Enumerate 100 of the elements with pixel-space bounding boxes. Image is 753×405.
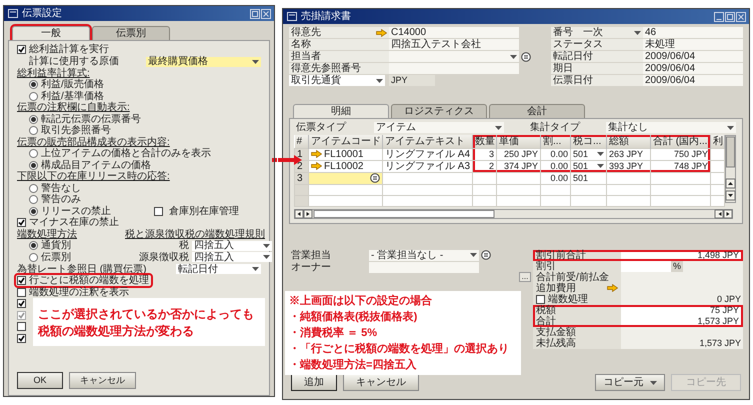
input-field: 1,573 JPY <box>621 338 743 348</box>
annotation-text: 税額の端数処理方法が変わる <box>38 324 195 338</box>
field-label: 計算に使用する原価 <box>29 56 120 67</box>
field-label: 税 <box>178 240 189 252</box>
checkbox-label: 行ごとに税額の端数を処理 <box>29 275 149 286</box>
table-cell: 263 JPY <box>609 148 644 160</box>
table-cell: 501 <box>573 148 588 160</box>
field-label: 源泉徴収税 <box>138 252 189 263</box>
tab[interactable]: ロジスティクス <box>391 104 487 118</box>
field-label: 集計タイプ <box>529 122 582 133</box>
input-field: 75 JPY <box>621 304 743 316</box>
tab[interactable]: 明細 <box>293 104 389 118</box>
section-heading: 端数処理方法 <box>17 228 77 240</box>
input-field[interactable]: 四捨五入テスト会社 <box>389 39 519 50</box>
action-button[interactable]: 追加 <box>291 374 337 391</box>
column-header[interactable]: 割... <box>540 135 570 148</box>
table-cell: 0.00 <box>550 172 568 184</box>
column-header[interactable]: 数量 <box>472 135 496 148</box>
table-cell: FL10001 <box>324 148 364 160</box>
column-header[interactable]: 単価 <box>496 135 540 148</box>
field-label: 担当者 <box>289 51 389 62</box>
row-number: 1 <box>297 148 303 160</box>
input-field[interactable]: 2009/06/04 <box>643 75 743 86</box>
section-heading: 総利益率計算式: <box>17 68 90 79</box>
column-header[interactable]: アイテムテキスト <box>382 135 472 148</box>
field-label: 得意先 <box>289 27 369 38</box>
column-header[interactable]: 総額 <box>606 135 650 148</box>
dropdown[interactable]: 転記日付 <box>176 264 261 274</box>
checkbox-label: 端数処理の注釈を表示 <box>29 286 129 298</box>
field-label: ステータス <box>551 39 643 50</box>
radio-label: 構成品目アイテムの価格 <box>41 160 151 171</box>
dropdown[interactable]: 集計なし <box>606 122 736 133</box>
input-field[interactable]: 未処理 <box>643 39 743 50</box>
dropdown[interactable]: 取引先通貨 <box>289 75 385 86</box>
table-cell: 393 JPY <box>609 160 644 172</box>
input-field[interactable]: 2009/06/04 <box>643 63 743 74</box>
dropdown[interactable]: アイテム <box>374 122 504 133</box>
column-header[interactable]: 合計 (国内... <box>650 135 710 148</box>
radio-label: 通貨別 <box>41 240 71 252</box>
field-label: 営業担当 <box>290 250 332 260</box>
field-label: 番号 <box>551 27 581 38</box>
field-label: オーナー <box>290 262 332 272</box>
field-label: 割引前合計 <box>536 250 586 260</box>
table-cell: 3 <box>488 148 494 160</box>
column-header[interactable]: 税コ... <box>570 135 606 148</box>
annotation-text: ・消費税率 ＝ 5% <box>289 326 378 340</box>
tab[interactable]: 一般 <box>12 26 90 40</box>
annotation-text: ※上画面は以下の設定の場合 <box>289 294 432 308</box>
radio-label: 上位アイテムの価格と合計のみを表示 <box>41 148 211 160</box>
table-cell: リングファイル A4 <box>385 148 470 160</box>
radio-label: 取引先参照番号 <box>41 125 111 136</box>
annotation-text: ・「行ごとに税額の端数を処理」の選択あり <box>289 342 509 356</box>
input-field: 0 JPY <box>621 294 743 304</box>
table-cell: 501 <box>573 172 588 184</box>
field-label: 割引 <box>536 260 556 272</box>
dialog-button[interactable]: キャンセル <box>69 372 136 389</box>
more-button[interactable]: ... <box>519 272 531 282</box>
field-label: 支払金額 <box>536 326 576 338</box>
annotation-text: ここが選択されているか否かによっても <box>38 306 255 320</box>
column-header[interactable]: 利 <box>710 135 724 148</box>
checkbox-label: 総利益計算を実行 <box>29 44 109 56</box>
radio-label: リリースの禁止 <box>41 206 111 217</box>
field-label: 未払残高 <box>536 338 576 348</box>
dropdown[interactable]: 四捨五入 <box>192 240 272 251</box>
field-value: JPY <box>389 75 435 86</box>
dropdown[interactable]: - 営業担当なし - <box>369 250 479 260</box>
checkbox-label: 端数処理 <box>548 294 588 304</box>
copy-button[interactable]: コピー元 <box>595 374 665 391</box>
field-label: 税額 <box>536 304 556 316</box>
dropdown[interactable]: 一次 <box>581 27 643 38</box>
row-number: 3 <box>297 172 303 184</box>
dialog-button[interactable]: OK <box>17 372 63 389</box>
input-field[interactable]: 2009/06/04 <box>643 51 743 62</box>
table-cell: 501 <box>573 160 588 172</box>
column-header[interactable]: アイテムコード <box>308 135 382 148</box>
dropdown[interactable]: 四捨五入 <box>192 252 272 262</box>
input-field[interactable]: 46 <box>643 27 743 38</box>
table-cell: 250 JPY <box>504 148 538 160</box>
checkbox-label: 倉庫別在庫管理 <box>169 206 239 217</box>
tab[interactable]: 伝票別 <box>92 26 170 40</box>
table-cell: 0.00 <box>550 160 568 172</box>
input-field[interactable]: C14000 <box>389 27 519 38</box>
section-heading: 税と源泉徴収税の端数処理規則 <box>125 228 265 240</box>
input-field: 1,573 JPY <box>621 316 743 326</box>
field-label: 名称 <box>289 39 389 50</box>
action-button[interactable]: キャンセル <box>343 374 419 391</box>
field-label: 得意先参照番号 <box>289 63 389 74</box>
radio-label: 警告なし <box>41 182 81 194</box>
radio-label: 警告のみ <box>41 194 81 206</box>
table-cell: 748 JPY <box>674 160 708 172</box>
table-cell: FL10002 <box>324 160 364 172</box>
tab[interactable]: 会計 <box>489 104 585 118</box>
radio-label: 利益/販売価格 <box>41 79 104 90</box>
table-cell: 2 <box>488 160 494 172</box>
annotation-text: ・純額価格表(税抜価格表) <box>289 310 418 324</box>
dropdown[interactable]: 最終購買価格 <box>146 56 261 66</box>
radio-label: 伝票別 <box>41 252 71 263</box>
section-heading: 伝票の販売部品構成表の表示内容: <box>17 136 170 148</box>
column-header[interactable]: # <box>294 135 308 148</box>
field-label: 合計前受/前払金 <box>536 272 609 282</box>
